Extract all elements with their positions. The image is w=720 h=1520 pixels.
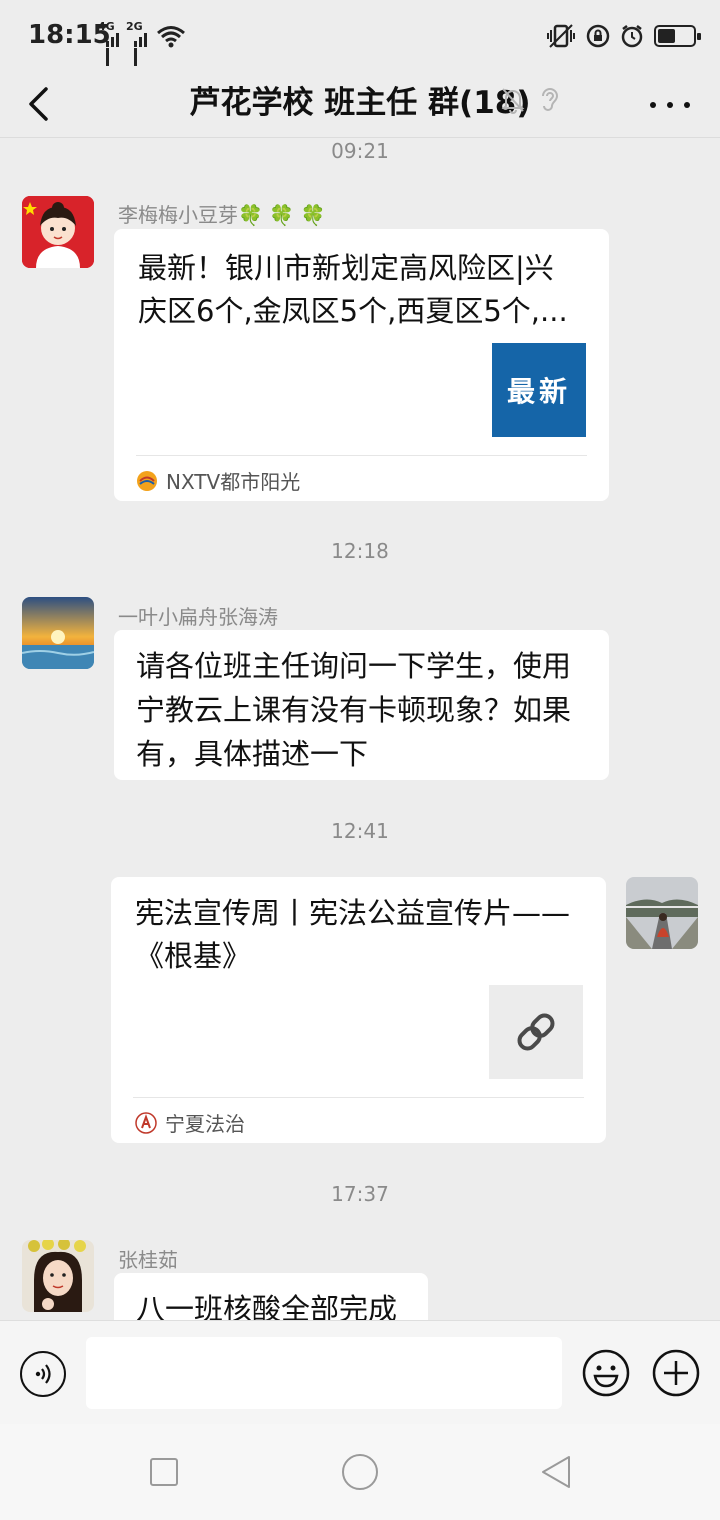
source-logo-icon xyxy=(137,470,157,491)
message-timestamp: 12:41 xyxy=(331,819,389,843)
message-input-bar xyxy=(0,1320,720,1424)
card-title-line-1: 宪法宣传周丨宪法公益宣传片—— xyxy=(135,896,571,930)
avatar-road-girl-image xyxy=(626,877,698,949)
card-title-line-1: 最新！银川市新划定高风险区|兴 xyxy=(138,251,554,285)
more-dots-icon xyxy=(650,102,656,108)
message-text-line-1: 请各位班主任询问一下学生，使用 xyxy=(136,649,572,683)
avatar-cartoon-girl-image xyxy=(22,196,94,268)
card-divider xyxy=(136,455,587,456)
home-button[interactable] xyxy=(338,1452,382,1492)
card-title-line-2: 庆区6个,金凤区5个,西夏区5个,... xyxy=(138,294,568,328)
message-timestamp: 12:18 xyxy=(331,539,389,563)
status-bar: 18:15 4G 2G xyxy=(0,0,720,72)
message-timestamp: 09:21 xyxy=(331,139,389,163)
chat-header: 芦花学校 班主任 群(18) xyxy=(0,72,720,138)
alarm-icon xyxy=(621,25,643,48)
circle-icon xyxy=(342,1454,378,1490)
sender-name: 一叶小扁舟张海涛 xyxy=(118,605,278,629)
wifi-icon xyxy=(157,26,185,48)
status-icons xyxy=(546,22,701,50)
more-options-button[interactable] xyxy=(650,90,690,120)
message-text-line-3: 有，具体描述一下 xyxy=(136,737,369,771)
text-message[interactable]: 请各位班主任询问一下学生，使用 宁教云上课有没有卡顿现象？如果 有，具体描述一下 xyxy=(114,630,609,780)
emoji-button[interactable] xyxy=(582,1349,630,1397)
card-title-line-2: 《根基》 xyxy=(135,939,252,973)
link-icon xyxy=(517,1013,555,1051)
back-nav-button[interactable] xyxy=(536,1452,576,1492)
message-text-line-2: 宁教云上课有没有卡顿现象？如果 xyxy=(136,693,572,727)
signal-4g-icon: 4G xyxy=(98,20,124,66)
ear-icon xyxy=(542,88,559,111)
square-icon xyxy=(150,1458,178,1486)
emoji-icon xyxy=(582,1349,630,1397)
card-thumbnail-text: 最新 xyxy=(506,375,571,408)
source-logo-icon xyxy=(135,1111,157,1134)
card-source: NXTV都市阳光 xyxy=(136,466,300,495)
signal-2g-icon: 2G xyxy=(126,20,152,66)
plus-icon xyxy=(652,1349,700,1397)
battery-icon xyxy=(654,25,701,47)
title-status-icons xyxy=(500,86,560,114)
mute-bell-icon xyxy=(501,88,525,114)
text-message[interactable]: 八一班核酸全部完成 xyxy=(114,1273,428,1320)
message-text-input[interactable] xyxy=(86,1337,562,1409)
avatar[interactable] xyxy=(22,1240,94,1312)
card-source: 宁夏法治 xyxy=(135,1108,245,1137)
card-thumbnail: 最新 xyxy=(492,343,586,437)
avatar-sunset-image xyxy=(22,597,94,669)
card-thumbnail xyxy=(489,985,583,1079)
voice-icon xyxy=(35,1364,51,1384)
triangle-back-icon xyxy=(542,1456,570,1488)
link-card-message-self[interactable]: 宪法宣传周丨宪法公益宣传片—— 《根基》 宁夏法治 xyxy=(111,877,606,1143)
avatar[interactable] xyxy=(22,597,94,669)
vibrate-icon xyxy=(547,24,575,48)
sender-name: 张桂茹 xyxy=(118,1248,178,1272)
card-source-name: 宁夏法治 xyxy=(165,1112,245,1136)
avatar[interactable] xyxy=(22,196,94,268)
avatar-woman-portrait-image xyxy=(22,1240,94,1312)
card-divider xyxy=(133,1097,584,1098)
link-card-message[interactable]: 最新！银川市新划定高风险区|兴 庆区6个,金凤区5个,西夏区5个,... 最新 … xyxy=(114,229,609,501)
more-functions-button[interactable] xyxy=(652,1349,700,1397)
lock-rotation-icon xyxy=(586,24,610,48)
chat-message-list[interactable]: 09:21 李梅梅小豆芽🍀 🍀 🍀 最新！银川市新划定高风险区|兴 庆区6个,金… xyxy=(0,139,720,1320)
chat-title: 芦花学校 班主任 群(18) xyxy=(189,85,531,121)
card-source-name: NXTV都市阳光 xyxy=(166,470,301,494)
message-timestamp: 17:37 xyxy=(331,1182,389,1206)
recent-apps-button[interactable] xyxy=(144,1452,184,1492)
voice-input-button[interactable] xyxy=(20,1351,66,1397)
avatar-self[interactable] xyxy=(626,877,698,949)
sender-name: 李梅梅小豆芽🍀 🍀 🍀 xyxy=(118,203,326,227)
system-navigation-bar xyxy=(0,1424,720,1520)
message-text-line-1: 八一班核酸全部完成 xyxy=(136,1292,398,1320)
